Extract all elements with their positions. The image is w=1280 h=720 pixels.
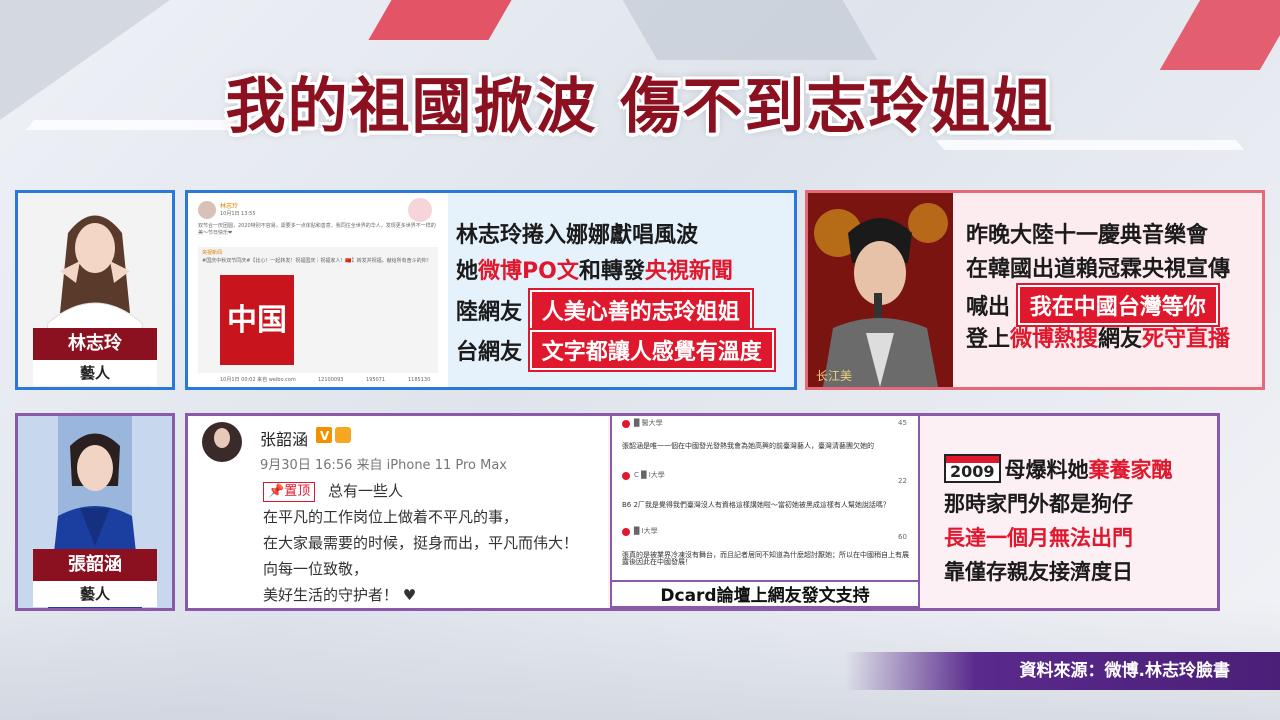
zhang-role-tag: 藝人	[33, 581, 157, 607]
text: 登上	[966, 327, 1011, 352]
zhang-line2: 那時家門外都是狗仔	[944, 492, 1133, 516]
dc-school1: █ 醫大學	[634, 419, 663, 427]
poster-image: 中国	[220, 275, 294, 365]
school-icon	[622, 472, 630, 480]
person-card-zhang: 張韶涵 藝人	[15, 413, 175, 611]
zh-line3: 在大家最需要的时候，挺身而出，平凡而伟大！	[263, 534, 579, 552]
singer-line2: 在韓國出道賴冠霖央視宣傳	[966, 257, 1231, 282]
zhang-name-tag: 張韶涵	[33, 549, 157, 581]
singer-line1: 昨晚大陸十一慶典音樂會	[966, 223, 1209, 248]
wb-user: 林志玲	[220, 203, 239, 210]
lin-weibo-screenshot: 林志玲 10月1日 13:55 双节合一庆团圆，2020特别不容易，需要多一点体…	[188, 193, 448, 387]
zhang-line4: 靠僅存親友接濟度日	[944, 560, 1133, 584]
zh-username[interactable]: 张韶涵	[260, 426, 308, 450]
quote-box: 文字都讓人感覺有溫度	[529, 330, 774, 370]
poster-caption: 中国	[227, 303, 287, 338]
singer-line3: 喊出 我在中國台灣等你	[966, 285, 1218, 325]
zhang-summary: 2009 母爆料她棄養家醜 那時家門外都是狗仔 長達一個月無法出門 靠僅存親友接濟…	[932, 416, 1212, 608]
highlight: 央視新聞	[644, 259, 733, 284]
wb-footer: 10月1日 00:02 来自 weibo.com	[220, 377, 296, 383]
text: 網友	[1098, 327, 1143, 352]
zh-line5: 美好生活的守护者！ ♥	[263, 582, 416, 608]
bg-decoration	[368, 0, 512, 40]
lin-line2: 她微博PO文和轉發央視新聞	[456, 253, 733, 285]
lin-weibo-panel: 林志玲 10月1日 13:55 双节合一庆团圆，2020特别不容易，需要多一点体…	[185, 190, 797, 390]
quote-box: 人美心善的志玲姐姐	[529, 290, 752, 330]
decoration-icon	[408, 198, 432, 222]
heart-icon: ♥	[402, 586, 417, 604]
label: 台網友	[456, 340, 523, 365]
dc-text2: B6 2厂我是覺得我們臺灣沒人有資格這樣講她啦～當初她被黑成這樣有人幫她說話嗎？	[622, 501, 890, 509]
bg-decoration	[622, 0, 878, 60]
pinned-badge: 📌置顶	[263, 482, 316, 502]
label: 陸網友	[456, 300, 523, 325]
text: 母爆料她	[1004, 458, 1089, 482]
zhang-line3: 長達一個月無法出門	[944, 526, 1133, 550]
person-card-lin: 林志玲 藝人	[15, 190, 175, 390]
dc-text3: 張真的是被業界冷凍沒有舞台，而且記者居同不知道為什麼超討厭她；所以在中國稍自上有…	[622, 551, 909, 566]
school-icon	[622, 420, 630, 428]
wb-time: 10月1日 13:55	[220, 211, 256, 217]
wb-repost: 央视新闻 #国庆中秋双节同庆#【比心！一起转发！祝福国庆｜祝福家人！🇨🇳】转发并…	[198, 247, 438, 373]
verified-badge-icon: V	[316, 427, 351, 443]
singer-line4: 登上微博熱搜網友死守直播	[966, 321, 1230, 353]
lin-name-tag: 林志玲	[33, 328, 157, 360]
pin-icon: 📌	[268, 484, 285, 499]
wb-stat-like: 1185130	[408, 377, 431, 383]
highlight: 死守直播	[1142, 327, 1231, 352]
text: 她	[456, 259, 479, 284]
label: 喊出	[966, 295, 1011, 320]
dc-likes3: 60	[898, 533, 907, 541]
text: 美好生活的守护者！	[263, 586, 399, 604]
dc-school2: C █ I大學	[634, 471, 665, 479]
lin-summary: 林志玲捲入娜娜獻唱風波 她微博PO文和轉發央視新聞 陸網友 人美心善的志玲姐姐 …	[454, 193, 794, 387]
avatar-icon	[202, 422, 242, 462]
text: 和轉發	[578, 259, 645, 284]
dc-text1: 張韶涵是唯一一個在中國發光發熱我會為她高興的前臺灣藝人，臺灣清藝團欠她的	[622, 442, 874, 450]
wb-stat-repost: 12100093	[318, 377, 344, 383]
dcard-screenshot: █ 醫大學 45 張韶涵是唯一一個在中國發光發熱我會為她高興的前臺灣藝人，臺灣清…	[610, 416, 920, 580]
svg-text:V: V	[320, 429, 330, 443]
dcard-caption: Dcard論壇上網友發文支持	[610, 580, 920, 608]
wb-repost-user: 央视新闻	[202, 250, 223, 256]
wb-stat-comment: 195071	[366, 377, 386, 383]
zhang-weibo-screenshot: 张韶涵 V 9月30日 16:56 来自 iPhone 11 Pro Max 📌…	[188, 416, 608, 608]
avatar-icon	[198, 201, 216, 219]
zhang-panel: 张韶涵 V 9月30日 16:56 来自 iPhone 11 Pro Max 📌…	[185, 413, 1220, 611]
lin-line1: 林志玲捲入娜娜獻唱風波	[456, 223, 699, 248]
pin-label: 置顶	[284, 484, 311, 499]
headline: 我的祖國掀波 傷不到志玲姐姐	[225, 72, 1055, 142]
zh-line4: 向每一位致敬，	[263, 560, 369, 578]
lin-line3: 陸網友 人美心善的志玲姐姐	[456, 290, 752, 330]
highlight: 微博熱搜	[1010, 327, 1099, 352]
calendar-icon: 2009	[944, 454, 1001, 483]
wb-text: 双节合一庆团圆，2020特别不容易，需要多一点体贴和善意，我同往全世界的华人，发…	[198, 223, 436, 236]
dc-likes1: 45	[898, 419, 907, 427]
school-icon	[622, 528, 630, 536]
singer-photo: 长江美	[808, 193, 953, 387]
source-credit: 資料來源：微博.林志玲臉書	[845, 652, 1280, 690]
dc-likes2: 22	[898, 477, 907, 485]
singer-photo-icon	[808, 193, 953, 387]
zhang-line1: 2009 母爆料她棄養家醜	[944, 454, 1173, 484]
zh-meta: 9月30日 16:56 来自 iPhone 11 Pro Max	[260, 458, 507, 473]
singer-caption: 长江美	[816, 369, 853, 383]
highlight: 微博PO文	[478, 259, 579, 284]
zh-line2: 在平凡的工作岗位上做着不平凡的事，	[263, 508, 519, 526]
singer-panel: 长江美 昨晚大陸十一慶典音樂會 在韓國出道賴冠霖央視宣傳 喊出 我在中國台灣等你…	[805, 190, 1265, 390]
singer-summary: 昨晚大陸十一慶典音樂會 在韓國出道賴冠霖央視宣傳 喊出 我在中國台灣等你 登上微…	[964, 193, 1264, 387]
wb-repost-text: #国庆中秋双节同庆#【比心！一起转发！祝福国庆｜祝福家人！🇨🇳】转发并祝福，献给…	[202, 258, 432, 264]
lin-role-tag: 藝人	[33, 360, 157, 386]
lin-line4: 台網友 文字都讓人感覺有溫度	[456, 330, 774, 370]
dc-school3: █ I大學	[634, 527, 658, 535]
quote-box: 我在中國台灣等你	[1017, 285, 1218, 325]
highlight: 棄養家醜	[1088, 458, 1173, 482]
zh-line1: 总有一些人	[328, 482, 404, 500]
